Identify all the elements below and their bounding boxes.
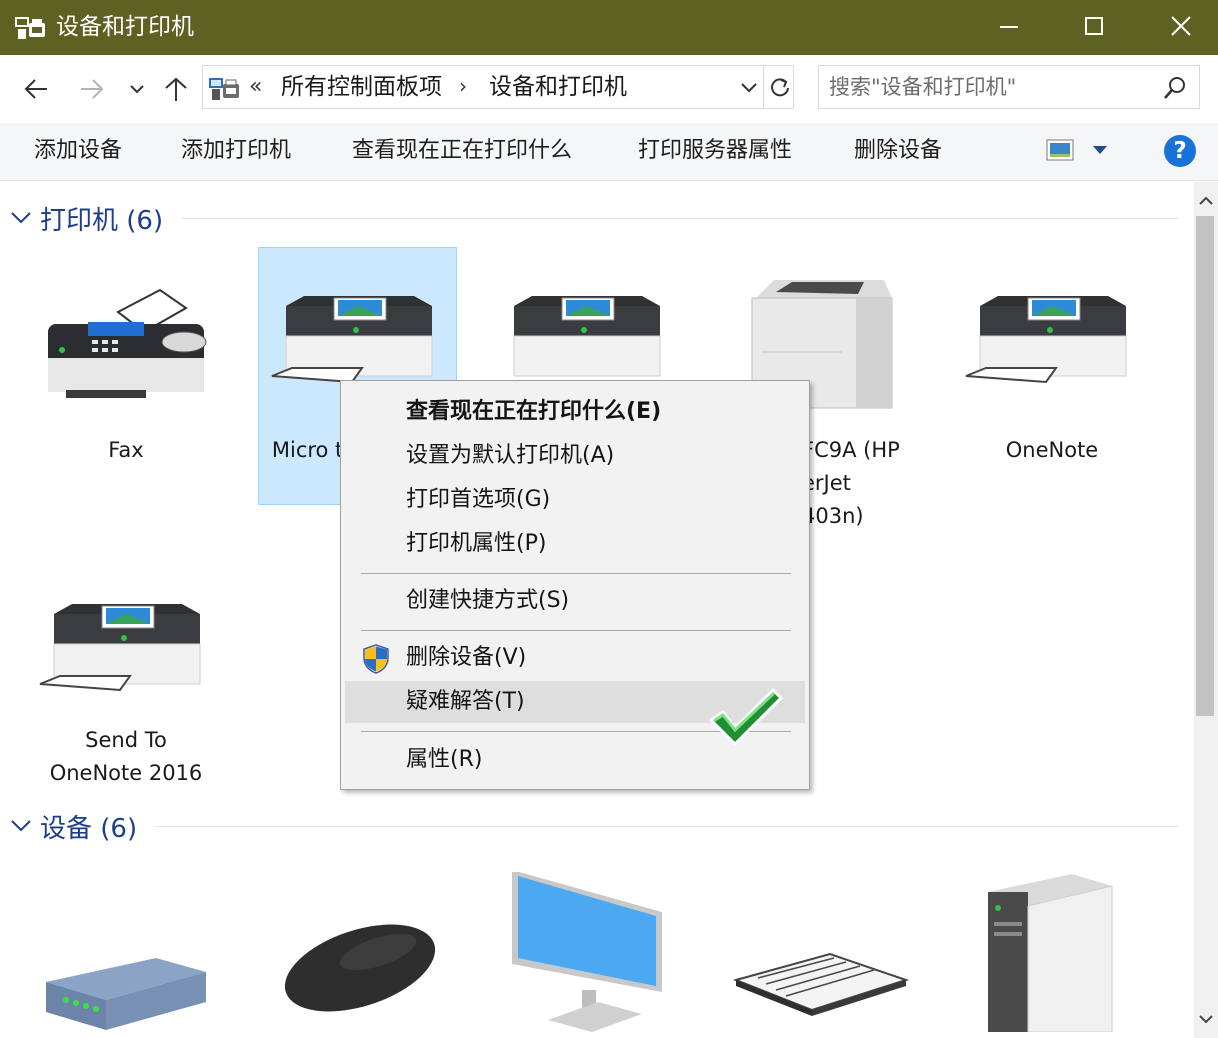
collapse-chevron-icon <box>10 815 32 837</box>
scroll-down-button[interactable] <box>1194 1004 1218 1034</box>
breadcrumb-overflow[interactable]: « <box>249 74 262 99</box>
printers-group-title: 打印机 (6) <box>40 205 164 236</box>
print-server-properties-button[interactable]: 打印服务器属性 <box>638 136 792 166</box>
vertical-scrollbar[interactable] <box>1194 182 1218 1038</box>
forward-arrow-icon <box>81 79 104 99</box>
back-arrow-icon <box>24 79 47 99</box>
help-button[interactable]: ? <box>1164 135 1196 167</box>
minimize-icon <box>1000 26 1018 28</box>
device-mouse[interactable] <box>258 872 458 1038</box>
monitor-icon <box>512 872 662 1032</box>
printer-onenote[interactable]: OneNote <box>952 272 1152 472</box>
add-printer-button[interactable]: 添加打印机 <box>181 136 291 166</box>
breadcrumb-separator[interactable]: › <box>459 74 467 98</box>
command-bar: 添加设备 添加打印机 查看现在正在打印什么 打印服务器属性 删除设备 ? <box>0 123 1218 181</box>
device-modem[interactable] <box>26 872 226 1038</box>
minimize-button[interactable] <box>966 0 1052 52</box>
printer-icon <box>965 296 1127 384</box>
menu-separator <box>361 630 791 631</box>
device-keyboard[interactable] <box>722 872 922 1038</box>
back-button[interactable] <box>18 71 54 107</box>
search-box[interactable] <box>818 65 1200 109</box>
menu-item-see-whats-printing[interactable]: 查看现在正在打印什么(E) <box>345 391 805 433</box>
devices-printers-location-icon <box>209 78 239 100</box>
devices-printers-app-icon <box>15 17 45 39</box>
menu-item-create-shortcut[interactable]: 创建快捷方式(S) <box>345 580 805 622</box>
keyboard-icon <box>732 952 910 1016</box>
printer-fax[interactable]: Fax <box>26 272 226 472</box>
see-whats-printing-button[interactable]: 查看现在正在打印什么 <box>352 136 572 166</box>
refresh-icon <box>770 78 789 97</box>
printer-label: Fax <box>108 438 144 462</box>
up-button[interactable] <box>160 71 192 107</box>
close-button[interactable] <box>1138 0 1218 52</box>
navigation-row: « 所有控制面板项 › 设备和打印机 <box>0 55 1218 123</box>
view-dropdown-icon[interactable] <box>1092 145 1108 155</box>
forward-button[interactable] <box>74 71 110 107</box>
computer-tower-icon <box>988 874 1113 1032</box>
menu-item-set-default-printer[interactable]: 设置为默认打印机(A) <box>345 435 805 477</box>
mouse-icon <box>284 924 436 1012</box>
refresh-button[interactable] <box>763 66 795 108</box>
modem-icon <box>46 958 206 1030</box>
group-divider <box>182 218 1178 219</box>
collapse-chevron-icon <box>10 207 32 229</box>
group-divider <box>154 826 1178 827</box>
window-title: 设备和打印机 <box>56 14 194 40</box>
printer-send-to-onenote-2016[interactable]: Send To OneNote 2016 <box>26 580 226 796</box>
up-arrow-icon <box>165 77 187 101</box>
maximize-button[interactable] <box>1051 0 1137 52</box>
printers-group-header[interactable]: 打印机 (6) <box>10 198 163 238</box>
maximize-icon <box>1085 17 1103 35</box>
menu-item-label: 删除设备(V) <box>406 645 527 670</box>
fax-icon <box>48 288 207 398</box>
menu-item-printer-properties[interactable]: 打印机属性(P) <box>345 523 805 565</box>
address-bar[interactable]: « 所有控制面板项 › 设备和打印机 <box>202 65 794 109</box>
scroll-up-button[interactable] <box>1194 186 1218 216</box>
devices-group-title: 设备 (6) <box>40 813 138 844</box>
green-checkmark-icon <box>709 688 783 746</box>
printer-label: OneNote <box>1005 438 1099 462</box>
close-icon <box>1171 16 1191 36</box>
devices-group-header[interactable]: 设备 (6) <box>10 806 137 846</box>
menu-separator <box>361 573 791 574</box>
printer-icon <box>39 604 201 692</box>
remove-device-button[interactable]: 删除设备 <box>854 136 942 166</box>
search-icon <box>1164 77 1185 99</box>
address-dropdown-button[interactable] <box>735 76 763 100</box>
chevron-up-icon <box>1199 196 1213 205</box>
chevron-down-icon <box>741 83 757 93</box>
breadcrumb-control-panel-items[interactable]: 所有控制面板项 <box>281 72 442 102</box>
scrollbar-thumb[interactable] <box>1196 216 1214 716</box>
title-bar: 设备和打印机 <box>0 0 1218 55</box>
chevron-down-icon <box>1199 1015 1213 1024</box>
device-monitor[interactable] <box>486 872 686 1038</box>
view-options-icon[interactable] <box>1046 139 1074 161</box>
search-input[interactable] <box>829 70 1149 104</box>
recent-locations-button[interactable] <box>126 71 148 107</box>
uac-shield-icon <box>363 644 389 674</box>
add-device-button[interactable]: 添加设备 <box>34 136 122 166</box>
chevron-down-icon <box>130 85 144 94</box>
menu-item-printing-preferences[interactable]: 打印首选项(G) <box>345 479 805 521</box>
menu-item-remove-device[interactable]: 删除设备(V) <box>345 637 805 679</box>
breadcrumb-devices-printers[interactable]: 设备和打印机 <box>489 72 627 102</box>
printer-label: Send To OneNote 2016 <box>49 728 203 785</box>
device-computer-tower[interactable] <box>952 872 1152 1038</box>
